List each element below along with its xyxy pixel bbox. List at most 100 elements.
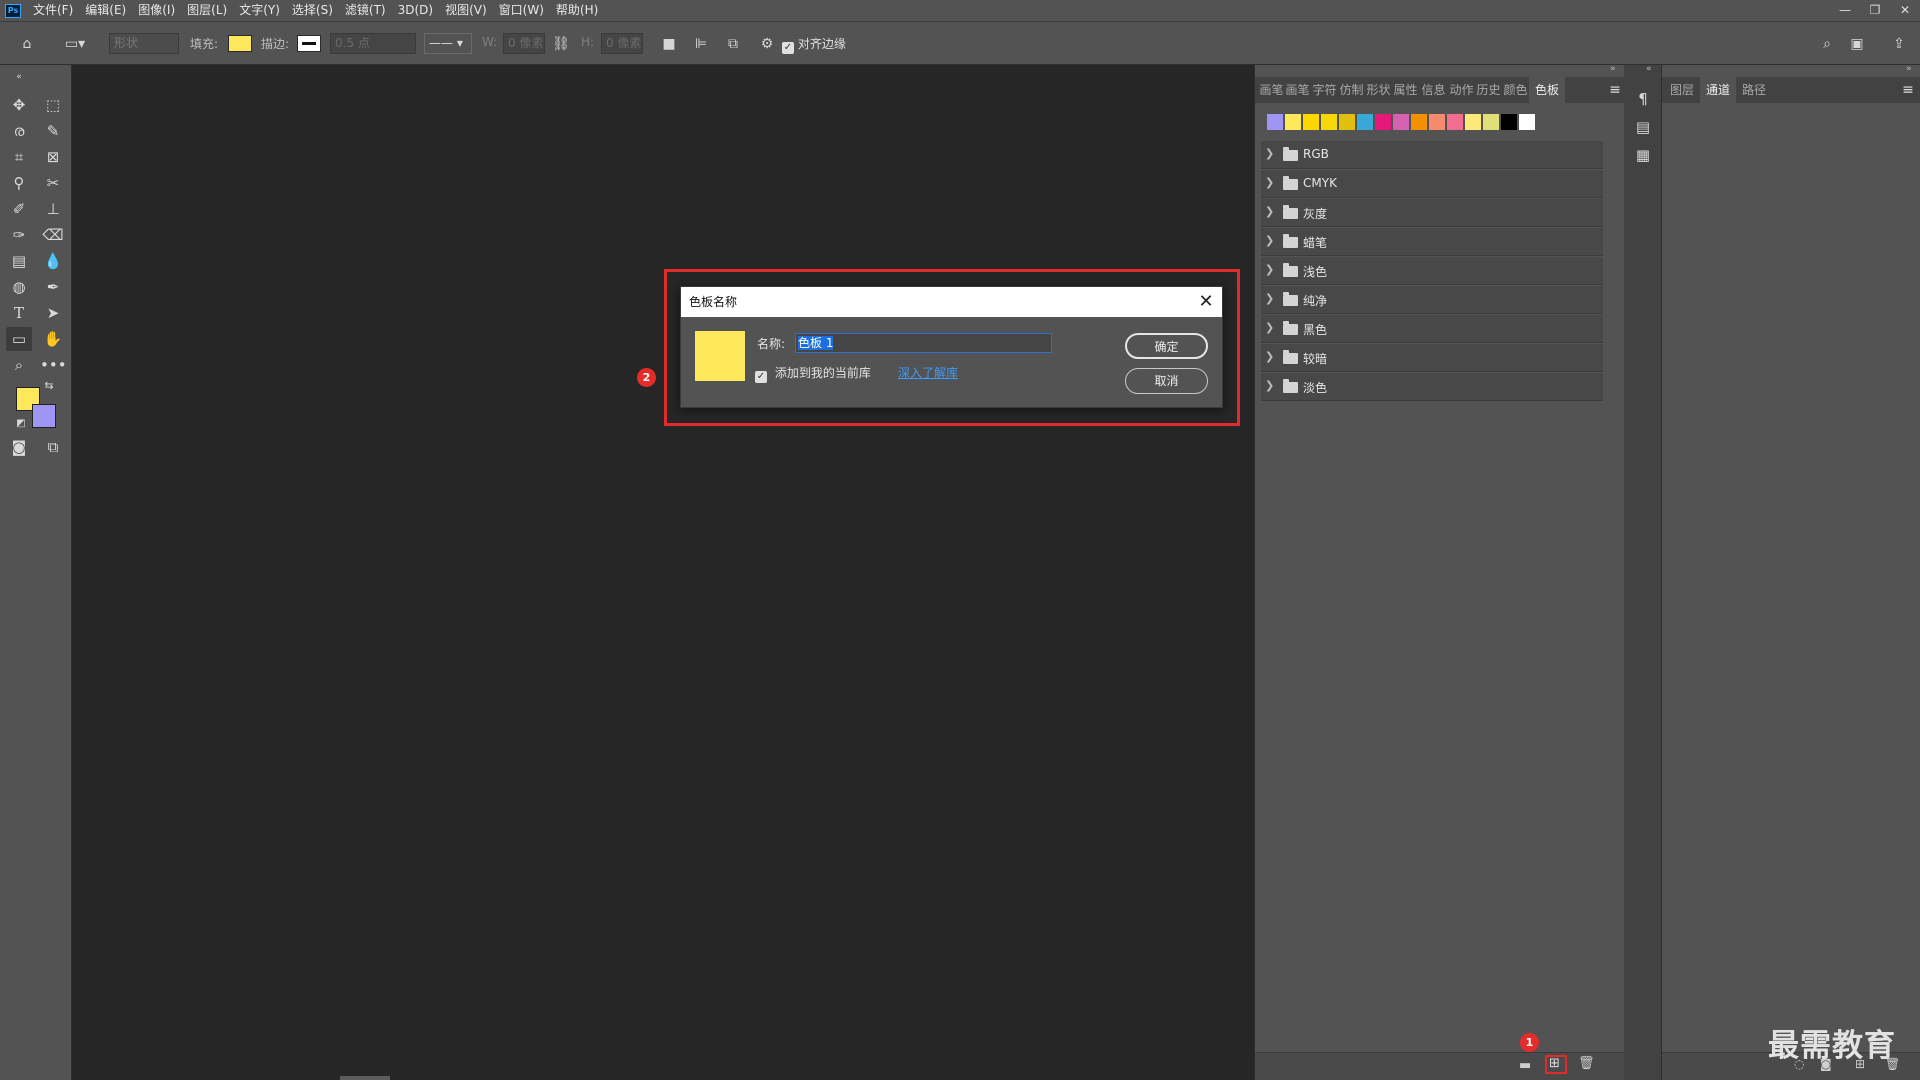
swatch-group-pale[interactable]: ❯ 淡色 bbox=[1261, 373, 1603, 401]
tab-shapes[interactable]: 形状 bbox=[1366, 77, 1391, 103]
marquee-tool-icon[interactable]: ⬚ bbox=[40, 93, 66, 117]
swatch-group-pure[interactable]: ❯ 纯净 bbox=[1261, 286, 1603, 314]
swatch-group-pastel[interactable]: ❯ 蜡笔 bbox=[1261, 228, 1603, 256]
collapse-dock-icon[interactable]: » bbox=[1610, 64, 1616, 74]
shape-mode-select[interactable]: 形状 bbox=[109, 33, 179, 54]
stroke-type-select[interactable]: —— ▾ bbox=[424, 33, 472, 54]
path-arrangement-icon[interactable]: ⧉ bbox=[722, 33, 744, 55]
close-window-button[interactable]: ✕ bbox=[1890, 0, 1920, 21]
swatch[interactable] bbox=[1447, 114, 1463, 130]
blur-tool-icon[interactable]: 💧 bbox=[40, 249, 66, 273]
tab-brush[interactable]: 画笔 bbox=[1259, 77, 1284, 103]
collapse-dock-icon[interactable]: » bbox=[1906, 64, 1912, 74]
swatch-group-rgb[interactable]: ❯ RGB bbox=[1261, 141, 1603, 169]
workspace-icon[interactable]: ▣ bbox=[1846, 33, 1868, 55]
lasso-tool-icon[interactable]: ര bbox=[6, 119, 32, 143]
stroke-width-input[interactable]: 0.5 点 bbox=[330, 33, 416, 54]
height-input[interactable]: 0 像素 bbox=[601, 33, 643, 54]
menu-help[interactable]: 帮助(H) bbox=[550, 0, 604, 21]
swatch[interactable] bbox=[1339, 114, 1355, 130]
pen-tool-icon[interactable]: ✒ bbox=[40, 275, 66, 299]
gradient-tool-icon[interactable]: ▤ bbox=[6, 249, 32, 273]
align-edges-option[interactable]: ✓ 对齐边缘 bbox=[782, 35, 846, 54]
tab-info[interactable]: 信息 bbox=[1421, 77, 1446, 103]
swatch-group-light[interactable]: ❯ 浅色 bbox=[1261, 257, 1603, 285]
tab-color[interactable]: 颜色 bbox=[1503, 77, 1528, 103]
tab-swatches[interactable]: 色板 bbox=[1529, 77, 1565, 103]
collapse-toolbar-icon[interactable]: « bbox=[6, 65, 32, 89]
swatch[interactable] bbox=[1483, 114, 1499, 130]
swatch[interactable] bbox=[1321, 114, 1337, 130]
menu-select[interactable]: 选择(S) bbox=[286, 0, 339, 21]
width-input[interactable]: 0 像素 bbox=[503, 33, 545, 54]
swap-colors-icon[interactable]: ⇆ bbox=[42, 379, 56, 393]
swatch-group-cmyk[interactable]: ❯ CMYK bbox=[1261, 170, 1603, 198]
cancel-button[interactable]: 取消 bbox=[1125, 368, 1208, 394]
swatch-name-input[interactable]: 色板 1 bbox=[795, 333, 1052, 353]
tab-paths[interactable]: 路径 bbox=[1738, 77, 1770, 103]
eyedropper-tool-icon[interactable]: ⚲ bbox=[6, 171, 32, 195]
stamp-tool-icon[interactable]: ⊥ bbox=[40, 197, 66, 221]
menu-type[interactable]: 文字(Y) bbox=[233, 0, 286, 21]
trash-icon[interactable]: 🗑 bbox=[1578, 1056, 1595, 1071]
swatch[interactable] bbox=[1267, 114, 1283, 130]
swatch[interactable] bbox=[1285, 114, 1301, 130]
quick-selection-tool-icon[interactable]: ✎ bbox=[40, 119, 66, 143]
menu-window[interactable]: 窗口(W) bbox=[493, 0, 550, 21]
expand-dock-icon[interactable]: « bbox=[1646, 64, 1652, 74]
swatch-group-grayscale[interactable]: ❯ 灰度 bbox=[1261, 199, 1603, 227]
add-to-library-checkbox[interactable]: ✓ bbox=[755, 371, 767, 383]
healing-tool-icon[interactable]: ✂ bbox=[40, 171, 66, 195]
panel-menu-icon[interactable]: ≡ bbox=[1607, 77, 1623, 103]
hand-tool-icon[interactable]: ✋ bbox=[40, 327, 66, 351]
tab-brush-settings[interactable]: 画笔 bbox=[1285, 77, 1310, 103]
home-icon[interactable]: ⌂ bbox=[16, 33, 38, 55]
swatch[interactable] bbox=[1501, 114, 1517, 130]
share-icon[interactable]: ⇪ bbox=[1888, 33, 1910, 55]
minimize-button[interactable]: — bbox=[1830, 0, 1860, 21]
close-icon[interactable]: ✕ bbox=[1196, 287, 1216, 317]
learn-libraries-link[interactable]: 深入了解库 bbox=[898, 364, 958, 381]
paragraph-icon[interactable]: ¶ bbox=[1633, 89, 1653, 109]
screen-mode-icon[interactable]: ⧉ bbox=[40, 435, 66, 459]
tab-character[interactable]: 字符 bbox=[1312, 77, 1337, 103]
canvas-scrollbar[interactable] bbox=[340, 1076, 390, 1080]
type-tool-icon[interactable]: T bbox=[6, 301, 32, 325]
tab-layers[interactable]: 图层 bbox=[1666, 77, 1698, 103]
menu-layer[interactable]: 图层(L) bbox=[181, 0, 233, 21]
swatch[interactable] bbox=[1429, 114, 1445, 130]
more-tools-icon[interactable]: ••• bbox=[40, 353, 67, 377]
align-edges-checkbox[interactable]: ✓ bbox=[782, 42, 794, 54]
zoom-tool-icon[interactable]: ⌕ bbox=[6, 353, 32, 377]
swatch[interactable] bbox=[1465, 114, 1481, 130]
fill-color-button[interactable] bbox=[228, 35, 252, 52]
ok-button[interactable]: 确定 bbox=[1125, 333, 1208, 359]
path-alignment-icon[interactable]: ⊫ bbox=[690, 33, 712, 55]
menu-view[interactable]: 视图(V) bbox=[439, 0, 493, 21]
tool-preset-icon[interactable]: ▭▾ bbox=[58, 33, 92, 55]
menu-filter[interactable]: 滤镜(T) bbox=[339, 0, 392, 21]
search-icon[interactable]: ⌕ bbox=[1816, 33, 1838, 55]
swatch[interactable] bbox=[1411, 114, 1427, 130]
tab-channels[interactable]: 通道 bbox=[1700, 77, 1736, 103]
swatch[interactable] bbox=[1303, 114, 1319, 130]
tab-properties[interactable]: 属性 bbox=[1393, 77, 1418, 103]
gear-icon[interactable]: ⚙ bbox=[756, 33, 778, 55]
new-swatch-icon[interactable]: ⊞ bbox=[1549, 1056, 1560, 1071]
eraser-tool-icon[interactable]: ⌫ bbox=[40, 223, 66, 247]
restore-button[interactable]: ❐ bbox=[1860, 0, 1890, 21]
history-brush-tool-icon[interactable]: ✑ bbox=[6, 223, 32, 247]
swatch[interactable] bbox=[1375, 114, 1391, 130]
dodge-tool-icon[interactable]: ◍ bbox=[6, 275, 32, 299]
crop-tool-icon[interactable]: ⌗ bbox=[6, 145, 32, 169]
swatch[interactable] bbox=[1393, 114, 1409, 130]
libraries-icon[interactable]: ▤ bbox=[1633, 117, 1653, 137]
path-operations-icon[interactable]: ■ bbox=[658, 33, 680, 55]
swatch[interactable] bbox=[1519, 114, 1535, 130]
path-selection-tool-icon[interactable]: ➤ bbox=[40, 301, 66, 325]
quick-mask-icon[interactable]: ◙ bbox=[6, 435, 32, 459]
brush-tool-icon[interactable]: ✐ bbox=[6, 197, 32, 221]
swatch-group-darker[interactable]: ❯ 较暗 bbox=[1261, 344, 1603, 372]
tab-actions[interactable]: 动作 bbox=[1449, 77, 1474, 103]
move-tool-icon[interactable]: ✥ bbox=[6, 93, 32, 117]
